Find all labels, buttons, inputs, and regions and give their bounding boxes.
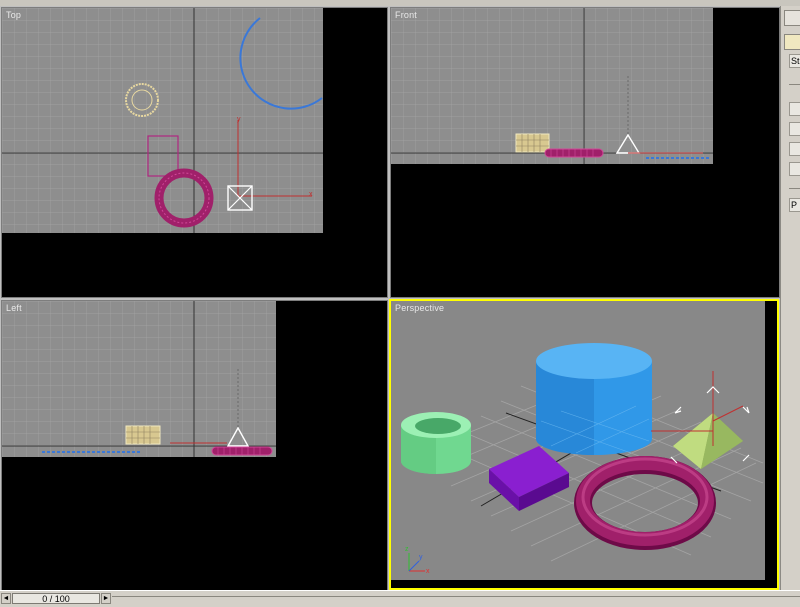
svg-text:y: y (419, 554, 423, 561)
rollout-button-4[interactable] (789, 162, 800, 176)
perspective-tube[interactable] (401, 412, 471, 474)
front-viewport-canvas (391, 8, 713, 164)
top-viewport-canvas: y x (2, 8, 323, 233)
viewport-label-top[interactable]: Top (6, 10, 21, 20)
svg-text:z: z (405, 546, 409, 553)
create-geometry-button[interactable] (784, 34, 800, 50)
svg-text:x: x (309, 191, 313, 198)
perspective-cylinder[interactable] (536, 343, 652, 455)
viewport-area: y x Top Front Left z x y Perspective (0, 6, 780, 591)
command-panel-field[interactable]: St (789, 54, 800, 68)
viewport-label-front[interactable]: Front (395, 10, 417, 20)
svg-text:y: y (237, 116, 241, 123)
front-torus[interactable] (544, 148, 604, 158)
command-panel-field-text: St (791, 56, 800, 66)
select-tool-button[interactable] (784, 10, 800, 26)
svg-text:x: x (426, 568, 430, 575)
viewport-top[interactable]: y x Top (1, 7, 388, 298)
front-tube[interactable] (515, 133, 550, 153)
command-panel-dropdown-text: P (791, 200, 798, 210)
rollout-divider (789, 84, 800, 85)
timeline-track[interactable] (112, 596, 800, 603)
time-prev-button[interactable]: ◄ (1, 593, 11, 604)
perspective-viewport-canvas: z x y (391, 301, 765, 580)
viewport-label-left[interactable]: Left (6, 303, 22, 313)
left-tube[interactable] (125, 425, 161, 445)
rollout-button-2[interactable] (789, 122, 800, 136)
rollout-divider-2 (789, 188, 800, 189)
left-viewport-canvas (2, 301, 276, 457)
command-panel: St P (780, 6, 800, 590)
viewport-label-perspective[interactable]: Perspective (395, 303, 444, 313)
viewport-left[interactable]: Left (1, 300, 388, 591)
time-slider-bar: ◄ 0 / 100 ► (0, 590, 800, 607)
time-next-button[interactable]: ► (101, 593, 111, 604)
viewport-perspective[interactable]: z x y Perspective (389, 299, 779, 590)
time-slider[interactable]: 0 / 100 (12, 593, 100, 604)
viewport-front[interactable]: Front (390, 7, 780, 298)
command-panel-dropdown[interactable]: P (789, 198, 800, 212)
rollout-button-3[interactable] (789, 142, 800, 156)
rollout-button-1[interactable] (789, 102, 800, 116)
